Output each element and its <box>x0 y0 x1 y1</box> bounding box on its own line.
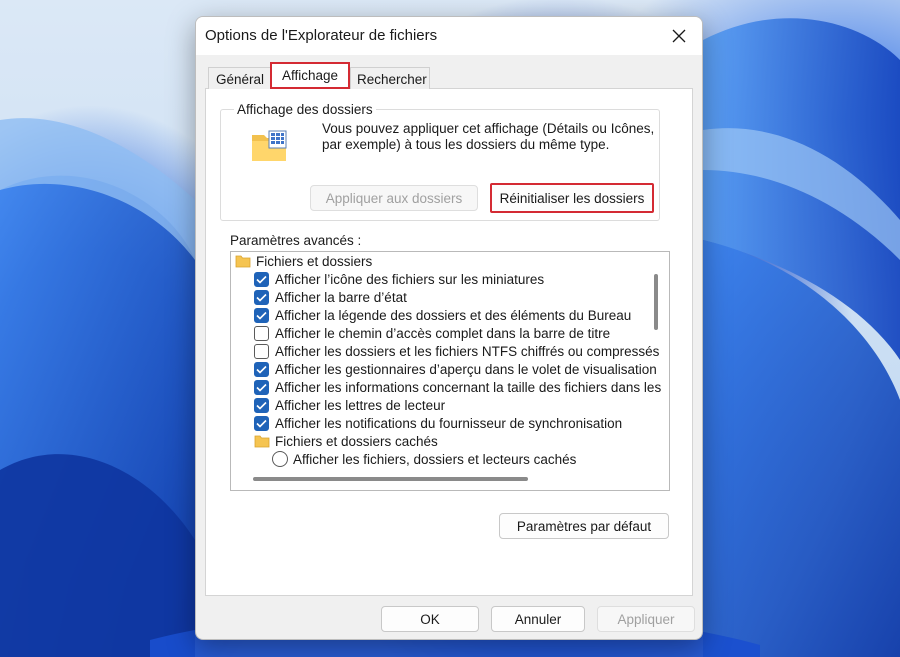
checkbox-checked[interactable] <box>254 289 269 305</box>
checkbox-unchecked[interactable] <box>254 325 269 341</box>
checkmark-icon <box>256 365 267 374</box>
checkbox-checked[interactable] <box>254 307 269 323</box>
list-item-label: Fichiers et dossiers <box>256 253 373 269</box>
list-item-label: Afficher les gestionnaires d’aperçu dans… <box>275 361 657 377</box>
reset-folders-button[interactable]: Réinitialiser les dossiers <box>490 183 654 213</box>
list-item-label: Fichiers et dossiers cachés <box>275 433 438 449</box>
tab-general[interactable]: Général <box>208 67 272 89</box>
list-item-label: Afficher les dossiers et les fichiers NT… <box>275 343 660 359</box>
restore-defaults-button[interactable]: Paramètres par défaut <box>499 513 669 539</box>
list-item-label: Afficher les notifications du fournisseu… <box>275 415 623 431</box>
list-item-label: Afficher la barre d’état <box>275 289 407 305</box>
advanced-settings-label: Paramètres avancés : <box>230 233 362 248</box>
radio-button[interactable] <box>272 451 288 467</box>
folder-view-icon <box>252 130 287 161</box>
list-item-subfolder[interactable]: Fichiers et dossiers cachés <box>254 432 438 450</box>
apply-button[interactable]: Appliquer <box>597 606 695 632</box>
checkbox-checked[interactable] <box>254 361 269 377</box>
cancel-button[interactable]: Annuler <box>491 606 585 632</box>
list-item-label: Afficher le chemin d’accès complet dans … <box>275 325 611 341</box>
list-item-radio[interactable]: Afficher les fichiers, dossiers et lecte… <box>272 450 576 468</box>
folder-icon <box>235 255 251 267</box>
tab-rechercher[interactable]: Rechercher <box>350 67 430 89</box>
checkbox-checked[interactable] <box>254 271 269 287</box>
dialog-title: Options de l'Explorateur de fichiers <box>205 27 438 44</box>
list-item-checkbox[interactable]: Afficher la barre d’état <box>254 288 407 306</box>
ok-button[interactable]: OK <box>381 606 479 632</box>
list-item-checkbox[interactable]: Afficher les notifications du fournisseu… <box>254 414 622 432</box>
list-item-folder[interactable]: Fichiers et dossiers <box>235 252 372 270</box>
list-item-checkbox[interactable]: Afficher la légende des dossiers et des … <box>254 306 631 324</box>
folder-icon <box>254 435 270 447</box>
list-item-checkbox[interactable]: Afficher les informations concernant la … <box>254 378 661 396</box>
checkmark-icon <box>256 311 267 320</box>
checkmark-icon <box>256 401 267 410</box>
list-item-label: Afficher la légende des dossiers et des … <box>275 307 632 323</box>
checkmark-icon <box>256 383 267 392</box>
title-bar: Options de l'Explorateur de fichiers <box>196 17 702 55</box>
list-item-label: Afficher les fichiers, dossiers et lecte… <box>293 451 577 467</box>
list-item-checkbox[interactable]: Afficher l’icône des fichiers sur les mi… <box>254 270 544 288</box>
close-icon <box>672 29 686 43</box>
list-item-label: Afficher l’icône des fichiers sur les mi… <box>275 271 545 287</box>
tab-affichage[interactable]: Affichage <box>270 62 350 89</box>
list-item-checkbox[interactable]: Afficher les gestionnaires d’aperçu dans… <box>254 360 657 378</box>
folder-options-dialog: Options de l'Explorateur de fichiers Gén… <box>195 16 703 640</box>
close-button[interactable] <box>656 17 702 55</box>
apply-to-folders-button[interactable]: Appliquer aux dossiers <box>310 185 478 211</box>
horizontal-scrollbar-thumb[interactable] <box>253 477 528 481</box>
checkmark-icon <box>256 275 267 284</box>
list-item-checkbox[interactable]: Afficher les lettres de lecteur <box>254 396 445 414</box>
vertical-scrollbar-thumb[interactable] <box>654 274 658 330</box>
folder-views-description: Vous pouvez appliquer cet affichage (Dét… <box>322 121 655 152</box>
checkmark-icon <box>256 293 267 302</box>
checkbox-checked[interactable] <box>254 415 269 431</box>
list-item-label: Afficher les lettres de lecteur <box>275 397 446 413</box>
folder-views-legend: Affichage des dossiers <box>234 102 376 117</box>
checkmark-icon <box>256 419 267 428</box>
checkbox-checked[interactable] <box>254 397 269 413</box>
checkbox-unchecked[interactable] <box>254 343 269 359</box>
checkbox-checked[interactable] <box>254 379 269 395</box>
advanced-settings-list[interactable]: Fichiers et dossiers Afficher l’icône de… <box>230 251 670 491</box>
list-item-checkbox[interactable]: Afficher le chemin d’accès complet dans … <box>254 324 610 342</box>
list-item-checkbox[interactable]: Afficher les dossiers et les fichiers NT… <box>254 342 659 360</box>
list-item-label: Afficher les informations concernant la … <box>275 379 662 395</box>
